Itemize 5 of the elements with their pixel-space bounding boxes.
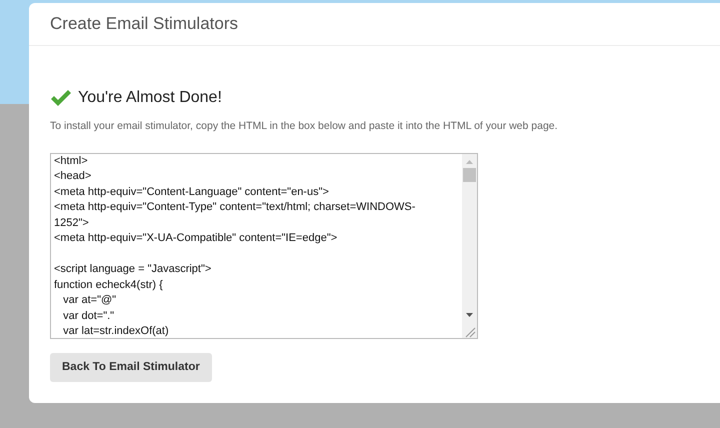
success-heading: You're Almost Done! — [78, 88, 222, 108]
panel-title: Create Email Stimulators — [50, 13, 238, 36]
back-button[interactable]: Back To Email Stimulator — [50, 352, 212, 382]
instructions-text: To install your email stimulator, copy the HTML in the box below and paste it into the HTML of your web page. — [50, 119, 559, 134]
code-text: <html> <head> <meta http-equiv="Content-Language" content="en-us"> <meta http-equiv="Content-Type" content="text/html; charset=WINDOWS- 1252"> <meta http-equiv="X-UA-Compatible" content="IE=edge"> <script language = "Javascript"> function echeck4(str) { var at="@" var dot="." var lat=str.indexOf(at) — [53, 154, 416, 338]
